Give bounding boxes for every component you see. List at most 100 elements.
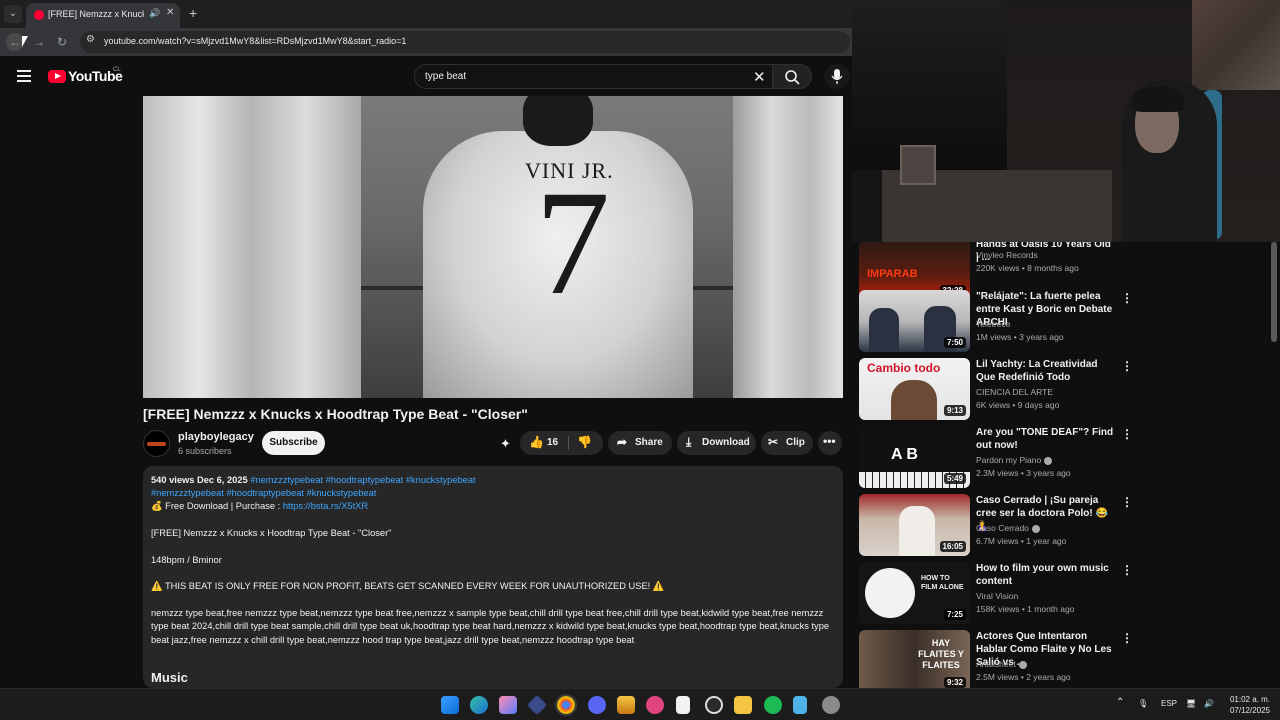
clock-time: 01:02 a. m. bbox=[1229, 695, 1270, 704]
discord-icon[interactable] bbox=[588, 696, 606, 714]
description-box[interactable]: 540 views Dec 6, 2025 #nemzzztypebeat #h… bbox=[143, 466, 843, 688]
search-input-value[interactable]: type beat bbox=[425, 71, 466, 82]
recommendation-item[interactable]: A B 5:49 Are you "TONE DEAF"? Find out n… bbox=[859, 426, 1279, 488]
video-duration: 16:05 bbox=[939, 541, 966, 552]
recommendation-channel[interactable]: Caso Cerrado bbox=[976, 523, 1040, 533]
forward-arrow-icon[interactable]: → bbox=[30, 33, 48, 51]
keyboard-language[interactable]: ESP bbox=[1161, 699, 1177, 708]
more-options-icon[interactable]: ⋮ bbox=[1121, 631, 1133, 645]
more-options-icon[interactable]: ⋮ bbox=[1121, 427, 1133, 441]
thumbnail-figure-left bbox=[869, 308, 899, 352]
more-options-icon[interactable]: ⋮ bbox=[1121, 563, 1133, 577]
video-thumbnail[interactable]: 7:50 bbox=[859, 290, 970, 352]
address-url[interactable]: youtube.com/watch?v=sMjzvd1MwY8&list=RDs… bbox=[104, 36, 406, 46]
clip-label: Clip bbox=[786, 437, 805, 448]
thumbnail-figure bbox=[891, 380, 937, 420]
more-actions-button[interactable]: ••• bbox=[818, 431, 842, 455]
recommendation-item[interactable]: Cambio todo 9:13 Lil Yachty: La Creativi… bbox=[859, 358, 1279, 420]
shield-game-icon[interactable] bbox=[617, 696, 635, 714]
recommendation-channel[interactable]: Pardon my Piano bbox=[976, 455, 1053, 465]
video-thumbnail[interactable]: A B 5:49 bbox=[859, 426, 970, 488]
recommendation-channel[interactable]: CIENCIA DEL ARTE bbox=[976, 387, 1053, 397]
subscribe-button[interactable]: Subscribe bbox=[262, 431, 325, 455]
thumbnail-text: HAY FLAITES Y FLAITES bbox=[918, 638, 964, 670]
github-icon[interactable] bbox=[705, 696, 723, 714]
video-thumbnail[interactable]: HAY FLAITES Y FLAITES 9:32 bbox=[859, 630, 970, 688]
recommendation-item[interactable]: 7:50 "Relájate": La fuerte pelea entre K… bbox=[859, 290, 1279, 352]
channel-name[interactable]: playboylegacy bbox=[178, 431, 254, 443]
clip-button[interactable]: ✂ Clip bbox=[761, 431, 813, 455]
more-options-icon[interactable]: ⋮ bbox=[1121, 291, 1133, 305]
download-button[interactable]: ⤓ Download bbox=[677, 431, 756, 455]
recommendation-channel[interactable]: Viral Vision bbox=[976, 591, 1018, 601]
meta-hashtags[interactable]: #nemzzztypebeat #hoodtraptypebeat #knuck… bbox=[250, 475, 475, 485]
recommendation-title[interactable]: How to film your own music content bbox=[976, 562, 1116, 588]
reload-icon[interactable]: ↻ bbox=[53, 33, 71, 51]
settings-gear-icon[interactable] bbox=[822, 696, 840, 714]
video-player[interactable]: VINI JR. 7 bbox=[143, 96, 843, 398]
recommendation-item[interactable]: 16:05 Caso Cerrado | ¡Su pareja cree ser… bbox=[859, 494, 1279, 556]
edge-browser-icon[interactable] bbox=[470, 696, 488, 714]
recommendation-channel[interactable]: Teletrece bbox=[976, 319, 1011, 329]
recommendation-item[interactable]: HAY FLAITES Y FLAITES 9:32 Actores Que I… bbox=[859, 630, 1279, 688]
more-options-icon[interactable]: ⋮ bbox=[1121, 359, 1133, 373]
copilot-icon[interactable] bbox=[499, 696, 517, 714]
download-link[interactable]: https://bsta.rs/X5tXR bbox=[283, 501, 368, 511]
tray-volume-icon[interactable]: 🔊 bbox=[1204, 699, 1214, 708]
channel-avatar[interactable] bbox=[143, 430, 170, 457]
recommendation-channel[interactable]: Vinyleo Records bbox=[976, 250, 1038, 260]
recommendation-title[interactable]: Lil Yachty: La Creatividad Que Redefinió… bbox=[976, 358, 1116, 384]
new-tab-plus-icon[interactable]: + bbox=[189, 5, 197, 21]
address-bar[interactable]: ⚙ youtube.com/watch?v=sMjzvd1MwY8&list=R… bbox=[80, 31, 850, 53]
search-input[interactable]: type beat ✕ bbox=[414, 64, 774, 89]
more-options-icon[interactable]: ⋮ bbox=[1121, 495, 1133, 509]
share-label: Share bbox=[635, 437, 663, 448]
thumbnail-text: Cambio todo bbox=[867, 361, 941, 375]
video-thumbnail[interactable]: HOW TO FILM ALONE 7:25 bbox=[859, 562, 970, 624]
clear-search-icon[interactable]: ✕ bbox=[753, 68, 766, 86]
views-date: 540 views Dec 6, 2025 bbox=[151, 475, 248, 485]
tray-network-icon[interactable]: 🖥 bbox=[1186, 699, 1196, 708]
chrome-browser-icon[interactable] bbox=[555, 694, 577, 716]
like-count[interactable]: 16 bbox=[547, 437, 558, 448]
notepad-icon[interactable] bbox=[793, 696, 807, 714]
voice-search-button[interactable] bbox=[824, 64, 850, 89]
search-button[interactable] bbox=[772, 64, 812, 89]
share-arrow-icon: ➦ bbox=[617, 435, 628, 449]
youtube-logo-icon[interactable] bbox=[48, 70, 66, 83]
video-thumbnail[interactable]: 16:05 bbox=[859, 494, 970, 556]
music-section-heading: Music bbox=[151, 670, 188, 685]
microphone-icon bbox=[831, 69, 843, 84]
recommendations-sidebar: IMPARAB 32:28 Hands at Oasis 10 Years Ol… bbox=[852, 242, 1280, 688]
recommendation-title[interactable]: Are you "TONE DEAF"? Find out now! bbox=[976, 426, 1116, 452]
webcam-photo-frame bbox=[900, 145, 936, 185]
jersey-number-text: 7 bbox=[535, 160, 610, 326]
tray-chevron-up-icon[interactable]: ⌃ bbox=[1116, 697, 1124, 708]
site-info-icon[interactable]: ⚙ bbox=[86, 34, 95, 45]
video-thumbnail[interactable]: Cambio todo 9:13 bbox=[859, 358, 970, 420]
osu-icon[interactable] bbox=[646, 696, 664, 714]
thumbs-up-icon[interactable]: 👍 bbox=[529, 435, 544, 449]
spotify-icon[interactable] bbox=[764, 696, 782, 714]
tab-close-icon[interactable]: ✕ bbox=[166, 7, 174, 18]
share-button[interactable]: ➦ Share bbox=[608, 431, 672, 455]
clock-date: 07/12/2025 bbox=[1229, 706, 1270, 715]
folder-icon[interactable] bbox=[734, 696, 752, 714]
recommendation-item[interactable]: HOW TO FILM ALONE 7:25 How to film your … bbox=[859, 562, 1279, 624]
sidebar-scrollbar[interactable] bbox=[1271, 242, 1277, 342]
thumbnail-text: IMPARAB bbox=[867, 268, 918, 280]
app-diamond-icon[interactable] bbox=[526, 694, 548, 716]
tab-audio-icon[interactable]: 🔊 bbox=[149, 8, 160, 19]
thumbs-down-icon[interactable]: 👎 bbox=[577, 435, 592, 449]
tray-microphone-icon[interactable]: 🎙 bbox=[1138, 699, 1148, 708]
file-icon[interactable] bbox=[676, 696, 690, 714]
hashtags-line[interactable]: #nemzzztypebeat #hoodtraptypebeat #knuck… bbox=[151, 487, 376, 500]
windows-start-icon[interactable] bbox=[441, 696, 459, 714]
browser-tab-active[interactable]: [FREE] Nemzzz x Knucks x H 🔊 ✕ bbox=[26, 3, 180, 28]
webcam-overlay bbox=[852, 0, 1280, 242]
sparkle-ask-icon[interactable]: ✦ bbox=[500, 436, 511, 452]
menu-hamburger-icon[interactable] bbox=[17, 70, 31, 82]
recommendation-channel[interactable]: Analisheet bbox=[976, 659, 1027, 669]
tab-list-chevron-icon[interactable]: ⌄ bbox=[4, 5, 22, 23]
taskbar-clock[interactable]: 01:02 a. m. 07/12/2025 bbox=[1222, 694, 1270, 716]
